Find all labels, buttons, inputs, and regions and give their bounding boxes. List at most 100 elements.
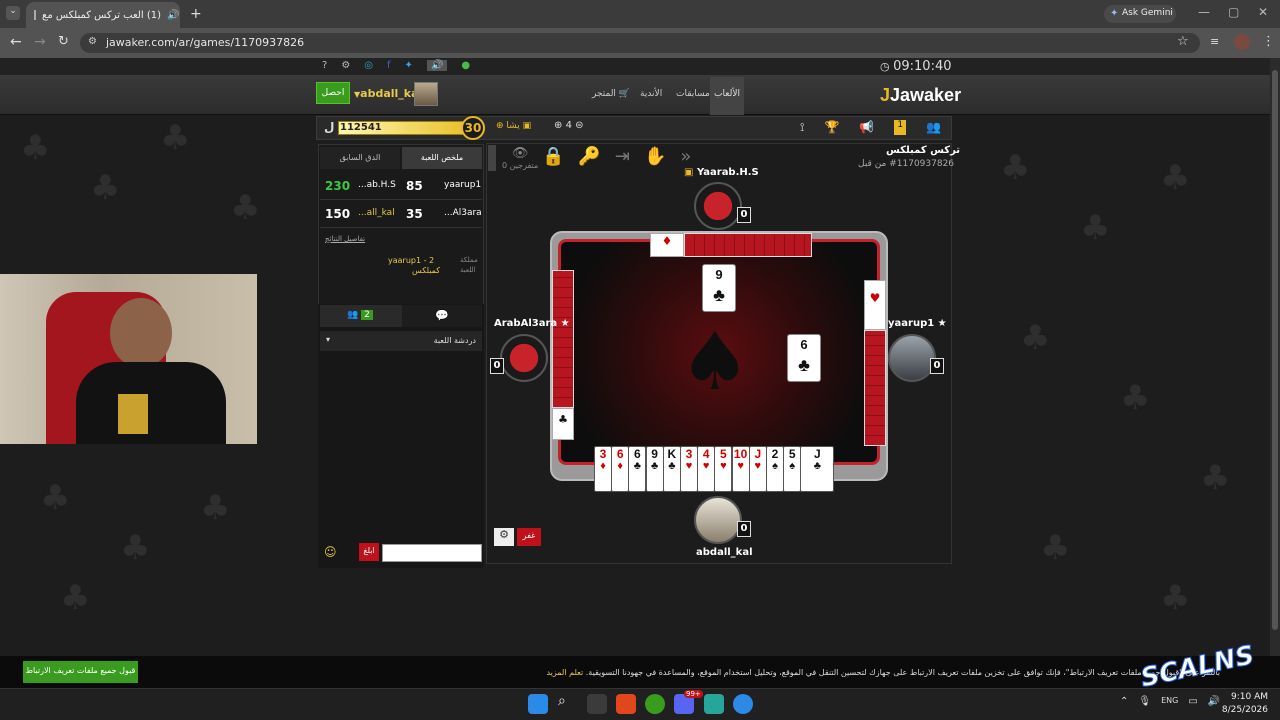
game-panel-scrollbar[interactable] xyxy=(488,145,496,171)
windows-start-icon[interactable] xyxy=(528,694,548,714)
sound-icon[interactable]: 🔊 xyxy=(426,60,448,71)
hand-card[interactable]: 5 ♠ xyxy=(783,446,802,492)
report-button[interactable]: ابلغ xyxy=(359,543,379,561)
card-rank: 9 xyxy=(715,267,723,282)
tab-previous-hand[interactable]: الدق السابق xyxy=(320,147,400,169)
mic-icon[interactable]: 🎙 xyxy=(1138,696,1151,707)
nav-store[interactable]: المتجر 🛒 xyxy=(592,89,630,99)
chat-tab[interactable]: 💬 xyxy=(402,305,482,327)
hand-card[interactable]: 6 ♦ xyxy=(611,446,630,492)
bookmark-star-icon[interactable]: ☆ xyxy=(1177,34,1189,49)
hand-icon[interactable]: ✋ xyxy=(644,146,666,167)
chrome-icon[interactable] xyxy=(645,694,665,714)
cookie-message: بالنقر على "قبول جميع ملفات تعريف الارتب… xyxy=(585,668,1220,677)
facebook-icon[interactable]: f xyxy=(387,60,391,71)
exit-icon[interactable]: ⇥ xyxy=(615,146,630,167)
notification-badge[interactable]: 1 xyxy=(894,120,907,135)
get-coins-button[interactable]: احصل xyxy=(316,82,350,104)
emoji-icon[interactable]: ☺ xyxy=(324,545,337,559)
chat-input[interactable] xyxy=(382,544,482,562)
game-settings-button[interactable]: ⚙ xyxy=(494,528,514,546)
minimize-button[interactable]: — xyxy=(1198,5,1210,19)
menu-kebab-icon[interactable]: ⋮ xyxy=(1262,34,1275,49)
megaphone-icon[interactable]: 📢 xyxy=(859,120,874,135)
site-info-icon[interactable]: ⚙ xyxy=(88,36,97,47)
counter-display[interactable]: ⊕ 4 ⊜ xyxy=(554,120,584,131)
hand-card[interactable]: 6 ♣ xyxy=(628,446,647,492)
left-hand-face-card: ♣ xyxy=(552,408,574,440)
hand-card[interactable]: J ♥ xyxy=(748,446,767,492)
url-field[interactable]: jawaker.com/ar/games/1170937826 xyxy=(80,33,1200,53)
online-users-tab[interactable]: 👥 2 xyxy=(320,305,400,327)
spectators[interactable]: 👁 0 متفرجين xyxy=(502,146,538,170)
settings-icon[interactable]: ⚙ xyxy=(341,60,350,71)
tab-list-button[interactable]: ⌄ xyxy=(6,6,20,20)
card-suit: ♥ xyxy=(702,460,710,472)
reading-list-icon[interactable]: ≡ xyxy=(1210,35,1219,48)
reload-icon[interactable]: ↻ xyxy=(58,34,69,49)
score-value-a: 85 xyxy=(406,179,423,193)
fast-forward-icon[interactable]: » xyxy=(680,146,691,167)
scrollbar-thumb[interactable] xyxy=(1272,70,1278,630)
hand-card[interactable]: 4 ♥ xyxy=(697,446,716,492)
search-icon[interactable]: ⌕ xyxy=(558,693,566,709)
hand-card[interactable]: 5 ♥ xyxy=(714,446,733,492)
hand-card[interactable]: 3 ♥ xyxy=(680,446,698,492)
jawaker-logo[interactable]: JJawaker xyxy=(880,85,961,106)
card-suit: ♣ xyxy=(798,355,810,375)
level-badge[interactable]: 30 xyxy=(461,116,485,140)
hand-card[interactable]: 3 ♦ xyxy=(594,446,612,492)
key-icon[interactable]: 🔑 xyxy=(578,146,600,167)
app-icon-2[interactable] xyxy=(733,694,753,714)
maximize-button[interactable]: ▢ xyxy=(1228,5,1239,19)
discord-icon[interactable]: ● xyxy=(461,60,470,71)
close-window-button[interactable]: ✕ xyxy=(1258,5,1268,19)
trophy-icon[interactable]: 🏆 xyxy=(824,120,839,135)
accept-cookies-button[interactable]: قبول جميع ملفات تعريف الارتباط xyxy=(23,661,138,683)
nav-clubs[interactable]: الأندية xyxy=(640,89,662,99)
language-indicator[interactable]: ENG xyxy=(1161,696,1178,707)
player-name-bottom: abdall_kal xyxy=(696,547,753,558)
header-username[interactable]: ▼abdall_kal xyxy=(354,87,422,100)
hand-card[interactable]: 2 ♠ xyxy=(766,446,784,492)
nav-store-label: المتجر xyxy=(592,89,616,99)
score-details-link[interactable]: تفاصيل النتائج xyxy=(325,235,365,243)
hand-card[interactable]: K ♣ xyxy=(662,446,681,492)
hand-card[interactable]: J ♣ xyxy=(800,446,835,492)
avatar-bottom[interactable] xyxy=(694,496,742,544)
card-suit: ♣ xyxy=(668,460,676,472)
tray-date[interactable]: 8/25/2026 xyxy=(1218,705,1268,715)
chevron-up-icon[interactable]: ⌃ xyxy=(1120,696,1128,707)
forfeit-button[interactable]: غفر xyxy=(517,528,541,546)
forward-icon[interactable]: → xyxy=(34,34,46,50)
instagram-icon[interactable]: ◎ xyxy=(364,60,373,71)
hand-card[interactable]: 10 ♥ xyxy=(731,446,750,492)
lock-icon[interactable]: 🔒 xyxy=(542,146,564,167)
avatar-top[interactable] xyxy=(694,182,742,230)
speaker-icon: 🔊 xyxy=(167,9,180,21)
friends-icon[interactable]: 👥 xyxy=(926,120,941,135)
app-icon[interactable] xyxy=(704,694,724,714)
profile-avatar[interactable] xyxy=(1234,34,1250,50)
back-icon[interactable]: ← xyxy=(10,34,22,50)
bag-button[interactable]: ⊕ يشا ▣ xyxy=(496,121,531,131)
help-icon[interactable]: ? xyxy=(322,60,327,71)
header-avatar[interactable] xyxy=(414,82,438,106)
avatar-left[interactable] xyxy=(500,334,548,382)
brave-icon[interactable] xyxy=(616,694,636,714)
nav-games[interactable]: الألعاب xyxy=(710,77,744,115)
tab-game-summary[interactable]: ملخص اللعبة xyxy=(402,147,482,169)
twitter-icon[interactable]: ✦ xyxy=(405,60,413,71)
avatar-right[interactable] xyxy=(888,334,936,382)
tray-time[interactable]: 9:10 AM xyxy=(1228,692,1268,702)
hand-card[interactable]: 9 ♣ xyxy=(645,446,664,492)
task-view-icon[interactable] xyxy=(587,694,607,714)
cookie-learn-more[interactable]: تعلم المزيد xyxy=(546,668,583,677)
rss-icon[interactable]: ⟟ xyxy=(800,120,804,135)
chat-header[interactable]: ▾ دردشة اللعبة xyxy=(320,331,482,351)
browser-tab[interactable]: (1) العب تركس كمبلكس مع 🔊 ✕ xyxy=(26,2,180,28)
new-tab-button[interactable]: + xyxy=(190,6,202,22)
nav-competitions[interactable]: مسابقات xyxy=(676,89,710,99)
coin-balance: 112541 xyxy=(340,122,382,133)
network-icon[interactable]: ▭ xyxy=(1188,696,1197,707)
